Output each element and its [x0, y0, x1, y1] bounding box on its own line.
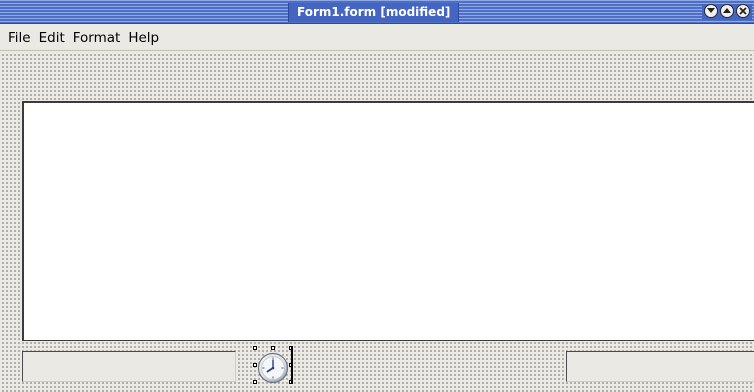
selection-handle[interactable]: [271, 346, 275, 350]
maximize-icon[interactable]: [720, 4, 734, 18]
close-icon[interactable]: [736, 4, 750, 18]
designer-window: Form1.form [modified] File Edit Format H…: [0, 0, 754, 392]
menu-help[interactable]: Help: [124, 28, 163, 48]
form-design-surface[interactable]: [0, 52, 754, 392]
window-title: Form1.form [modified]: [288, 3, 460, 22]
minimize-icon[interactable]: [704, 4, 718, 18]
menu-file[interactable]: File: [4, 28, 35, 48]
status-panel-right[interactable]: [566, 351, 754, 382]
status-panel-left[interactable]: [22, 351, 236, 382]
selection-handle[interactable]: [253, 346, 257, 350]
timer-widget[interactable]: [253, 346, 295, 388]
selection-edge: [291, 346, 293, 383]
menu-edit[interactable]: Edit: [35, 28, 69, 48]
multiline-text-editor[interactable]: [22, 101, 754, 341]
window-controls: [702, 4, 752, 20]
clock-icon: [257, 352, 289, 384]
menu-bar: File Edit Format Help: [0, 25, 754, 51]
menu-format[interactable]: Format: [69, 28, 125, 48]
title-bar[interactable]: Form1.form [modified]: [0, 0, 754, 24]
